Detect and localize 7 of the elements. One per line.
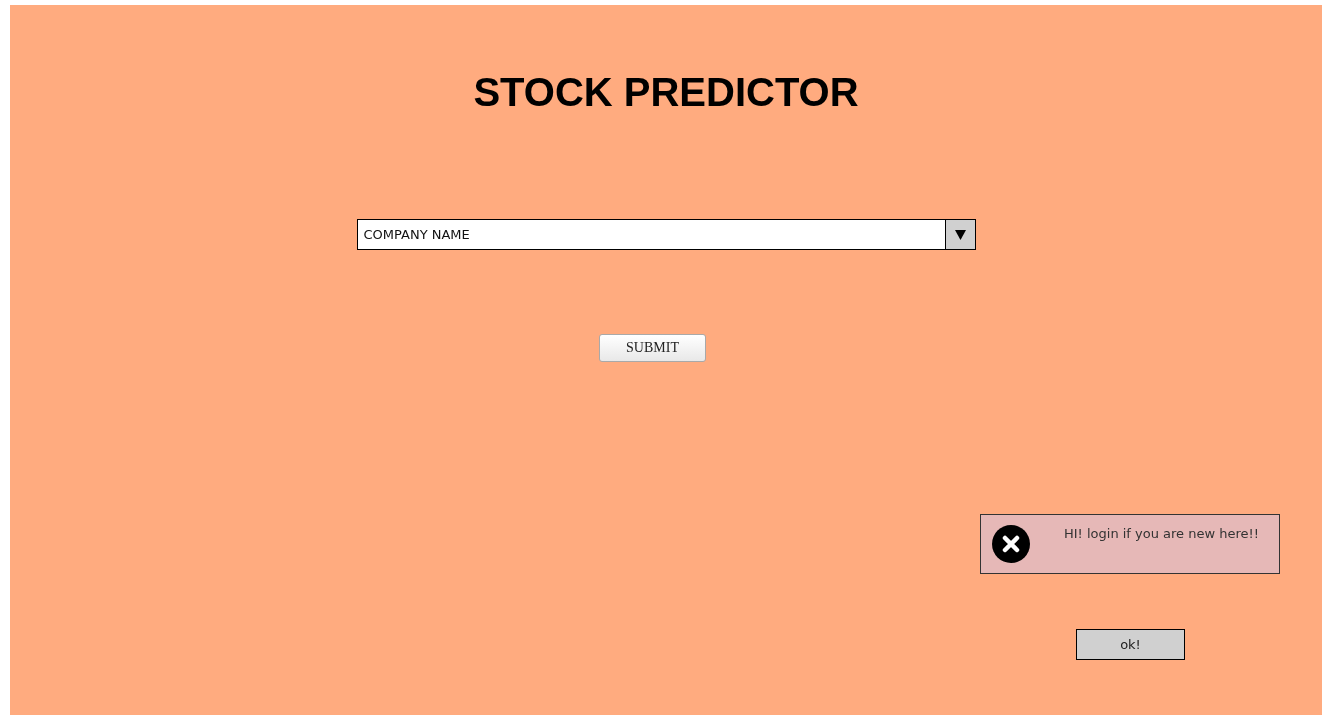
submit-button[interactable]: SUBMIT — [599, 334, 706, 362]
ok-button[interactable]: ok! — [1076, 629, 1185, 660]
alert-message: HI! login if you are new here!! — [1064, 526, 1259, 541]
page-title: STOCK PREDICTOR — [473, 69, 859, 115]
close-icon[interactable] — [992, 525, 1030, 563]
caret-icon — [954, 229, 966, 240]
company-dropdown[interactable]: COMPANY NAME — [356, 219, 976, 250]
